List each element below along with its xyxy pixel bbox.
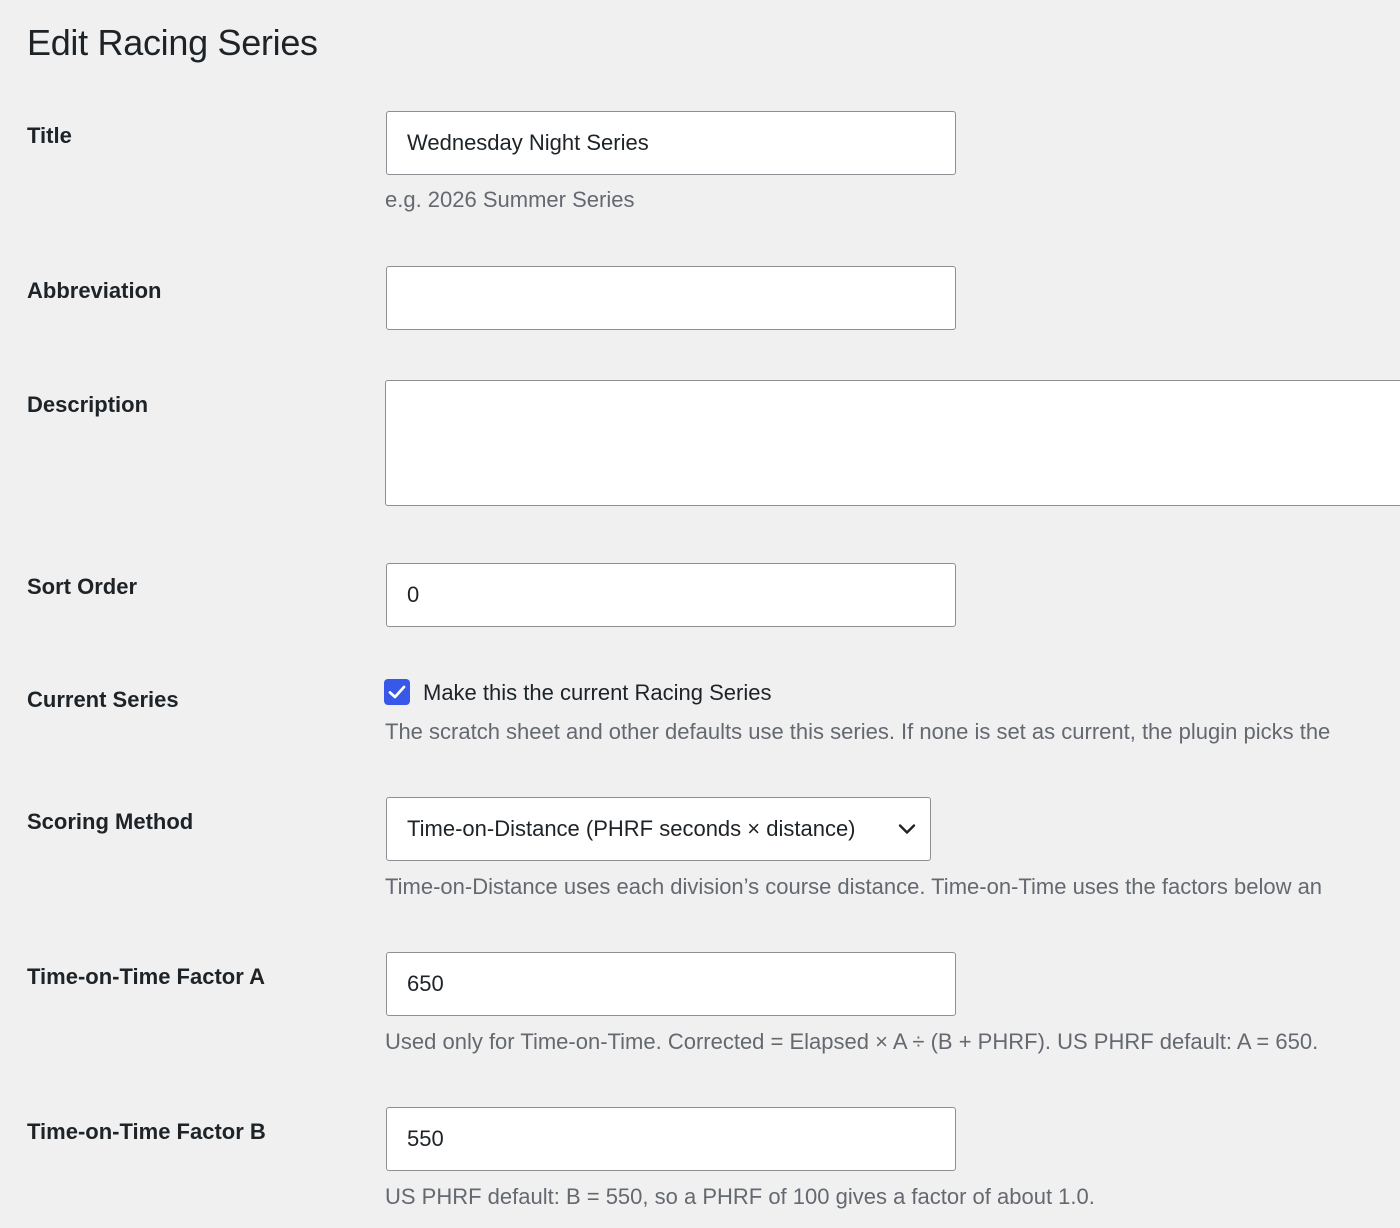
description-textarea[interactable] <box>385 380 1400 506</box>
scoring-method-description: Time-on-Distance uses each division’s co… <box>385 874 1323 899</box>
scoring-method-selected-value: Time-on-Distance (PHRF seconds × distanc… <box>407 816 856 841</box>
checkmark-icon <box>388 685 406 699</box>
factor-b-label: Time-on-Time Factor B <box>27 1119 266 1144</box>
current-series-description: The scratch sheet and other defaults use… <box>385 719 1331 744</box>
page-title: Edit Racing Series <box>27 22 318 63</box>
sort-order-label: Sort Order <box>27 574 138 599</box>
current-series-label: Current Series <box>27 687 179 712</box>
current-series-checkbox-label[interactable]: Make this the current Racing Series <box>423 680 772 706</box>
title-label: Title <box>27 123 72 148</box>
factor-a-label: Time-on-Time Factor A <box>27 964 265 989</box>
scoring-method-label: Scoring Method <box>27 809 194 834</box>
chevron-down-icon <box>898 824 916 834</box>
abbreviation-label: Abbreviation <box>27 278 162 303</box>
description-label: Description <box>27 392 149 417</box>
abbreviation-input[interactable] <box>386 266 956 330</box>
current-series-checkbox[interactable] <box>384 679 410 705</box>
title-input[interactable] <box>386 111 956 175</box>
scoring-method-select[interactable]: Time-on-Distance (PHRF seconds × distanc… <box>386 797 931 861</box>
factor-b-input[interactable] <box>386 1107 956 1171</box>
factor-a-description: Used only for Time-on-Time. Corrected = … <box>385 1029 1319 1054</box>
factor-b-description: US PHRF default: B = 550, so a PHRF of 1… <box>385 1184 1095 1209</box>
title-description: e.g. 2026 Summer Series <box>385 187 635 212</box>
factor-a-input[interactable] <box>386 952 956 1016</box>
sort-order-input[interactable] <box>386 563 956 627</box>
